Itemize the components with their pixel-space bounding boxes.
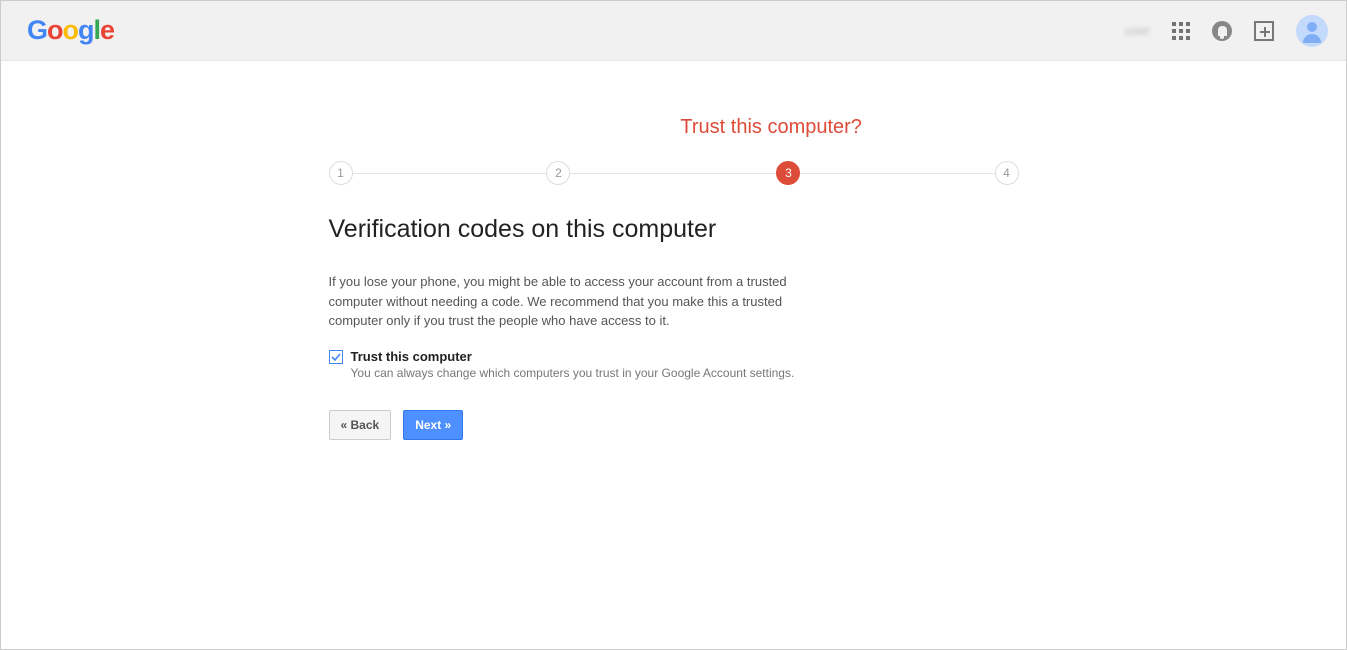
trust-checkbox-labels: Trust this computer You can always chang… — [351, 349, 795, 380]
share-icon[interactable] — [1254, 21, 1274, 41]
stepper-line — [329, 173, 1019, 174]
step-2: 2 — [546, 161, 570, 185]
page-heading: Verification codes on this computer — [329, 215, 1019, 244]
step-title: Trust this computer? — [680, 116, 862, 139]
main: Verification codes on this computer If y… — [329, 215, 1019, 440]
trust-checkbox-sublabel: You can always change which computers yo… — [351, 366, 795, 380]
trust-checkbox[interactable] — [329, 350, 343, 364]
button-row: « Back Next » — [329, 410, 1019, 440]
trust-checkbox-row: Trust this computer You can always chang… — [329, 349, 1019, 380]
stepper-wrap: Trust this computer? 1 2 3 4 — [329, 61, 1019, 185]
next-button[interactable]: Next » — [403, 410, 463, 440]
header-right: user — [1125, 15, 1328, 47]
back-button[interactable]: « Back — [329, 410, 392, 440]
stepper: 1 2 3 4 — [329, 161, 1019, 185]
page-description: If you lose your phone, you might be abl… — [329, 272, 799, 331]
header: Google user — [1, 1, 1346, 61]
trust-checkbox-label: Trust this computer — [351, 349, 795, 364]
avatar[interactable] — [1296, 15, 1328, 47]
step-3: 3 — [776, 161, 800, 185]
content: Trust this computer? 1 2 3 4 Verificatio… — [1, 61, 1346, 440]
step-4: 4 — [995, 161, 1019, 185]
step-1: 1 — [329, 161, 353, 185]
user-label: user — [1125, 23, 1150, 38]
google-logo[interactable]: Google — [27, 15, 114, 46]
apps-icon[interactable] — [1172, 22, 1190, 40]
notifications-icon[interactable] — [1212, 21, 1232, 41]
